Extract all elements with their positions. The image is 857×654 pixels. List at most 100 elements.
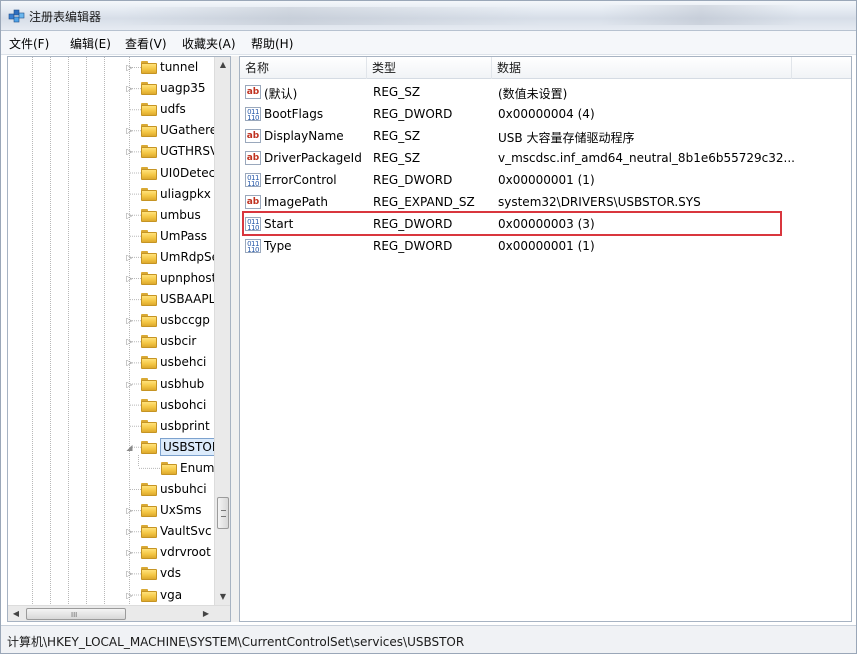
folder-icon	[141, 419, 157, 433]
value-type: REG_DWORD	[373, 107, 453, 121]
list-item[interactable]: 011 110 BootFlags REG_DWORD 0x00000004 (4)	[240, 103, 851, 125]
tree-item[interactable]: ▷ uagp35	[8, 78, 213, 99]
menu-favorites[interactable]: 收藏夹(A)	[182, 35, 236, 52]
expand-arrow-icon[interactable]: ▷	[125, 253, 134, 262]
status-key-path: 计算机\HKEY_LOCAL_MACHINE\SYSTEM\CurrentCon…	[7, 635, 465, 649]
tree-item[interactable]: ▷ UmRdpSe	[8, 247, 219, 268]
expand-arrow-icon[interactable]: ▷	[125, 548, 134, 557]
tree-vertical-scrollbar[interactable]: ▲ ▼	[214, 57, 230, 605]
expand-arrow-icon[interactable]: ▷	[125, 506, 134, 515]
menu-file[interactable]: 文件(F)	[9, 35, 49, 52]
tree-item-label: usbuhci	[160, 482, 207, 496]
pane-splitter[interactable]	[231, 56, 239, 622]
list-item[interactable]: ab DisplayName REG_SZ USB 大容量存储驱动程序	[240, 125, 851, 147]
tree-item-label: tunnel	[160, 60, 199, 74]
tree-item[interactable]: USBAAPL6	[8, 289, 223, 310]
value-data: 0x00000004 (4)	[498, 107, 595, 121]
tree-item[interactable]: ▷ vdrvroot	[8, 542, 213, 563]
tree-item[interactable]: ▷ UGTHRSVC	[8, 141, 227, 162]
value-data: 0x00000001 (1)	[498, 173, 595, 187]
tree-item[interactable]: UmPass	[8, 226, 213, 247]
tree-item[interactable]: ▷ tunnel	[8, 57, 213, 78]
expand-arrow-icon[interactable]: ▷	[125, 84, 134, 93]
tree-item[interactable]: usbohci	[8, 395, 213, 416]
tree-item-label: vga	[160, 587, 183, 602]
column-header-name[interactable]: 名称	[240, 57, 367, 79]
tree-item[interactable]: ▷ vds	[8, 563, 213, 584]
scroll-up-arrow-icon[interactable]: ▲	[215, 57, 230, 73]
folder-icon	[141, 145, 157, 159]
tree-item[interactable]: ▷ umbus	[8, 205, 213, 226]
scroll-down-arrow-icon[interactable]: ▼	[215, 589, 230, 605]
tree-item[interactable]: ▷ vga	[8, 585, 213, 606]
folder-icon	[141, 314, 157, 328]
folder-icon	[141, 525, 157, 539]
title-bar[interactable]: 注册表编辑器	[1, 1, 856, 31]
tree-item[interactable]: ◢ USBSTOR	[8, 437, 224, 458]
tree-item[interactable]: ▷ UGatherer	[8, 120, 222, 141]
highlight-box	[242, 211, 782, 236]
list-item[interactable]: 011 110 Type REG_DWORD 0x00000001 (1)	[240, 235, 851, 257]
list-item[interactable]: ab ImagePath REG_EXPAND_SZ system32\DRIVERS…	[240, 191, 851, 213]
tree-connector	[125, 232, 134, 241]
folder-icon	[141, 103, 157, 117]
value-data: system32\DRIVERS\USBSTOR.SYS	[498, 195, 701, 209]
tree-item[interactable]: usbuhci	[8, 479, 213, 500]
expand-arrow-icon[interactable]: ▷	[125, 63, 134, 72]
column-header-type[interactable]: 类型	[367, 57, 492, 79]
expand-arrow-icon[interactable]: ◢	[125, 443, 134, 452]
expand-arrow-icon[interactable]: ▷	[125, 569, 134, 578]
expand-arrow-icon[interactable]: ▷	[125, 380, 134, 389]
tree-item[interactable]: udfs	[8, 99, 213, 120]
tree-item[interactable]: ▷ UxSms	[8, 500, 213, 521]
string-value-icon: ab	[245, 85, 261, 99]
folder-icon	[141, 250, 157, 264]
tree-item-label: usbohci	[160, 397, 207, 412]
expand-arrow-icon[interactable]: ▷	[125, 126, 134, 135]
registry-key-tree[interactable]: ▷ tunnel ▷ uagp35 udfs ▷ UGatherer ▷ UGTHRSVC UI0…	[7, 56, 231, 622]
list-item[interactable]: ab (默认) REG_SZ (数值未设置)	[240, 81, 851, 103]
value-data: (数值未设置)	[498, 87, 568, 101]
scrollbar-thumb[interactable]	[217, 497, 229, 529]
tree-horizontal-scrollbar[interactable]: ◀ III ▶	[8, 605, 230, 621]
folder-icon	[141, 440, 157, 454]
value-data: USB 大容量存储驱动程序	[498, 131, 635, 145]
tree-item[interactable]: UI0Detect	[8, 163, 220, 184]
tree-item-label: uliagpkx	[160, 186, 211, 201]
menu-view[interactable]: 查看(V)	[125, 35, 167, 52]
folder-icon	[141, 588, 157, 602]
expand-arrow-icon[interactable]: ▷	[125, 591, 134, 600]
tree-item[interactable]: ▷ usbehci	[8, 352, 213, 373]
tree-item-label: UGatherer	[160, 123, 223, 138]
expand-arrow-icon[interactable]: ▷	[125, 337, 134, 346]
tree-item[interactable]: ▷ usbhub	[8, 374, 213, 395]
menu-edit[interactable]: 编辑(E)	[70, 35, 111, 52]
scroll-left-arrow-icon[interactable]: ◀	[8, 606, 24, 621]
tree-item[interactable]: usbprint	[8, 416, 213, 437]
folder-icon	[141, 335, 157, 349]
column-header-data[interactable]: 数据	[492, 57, 792, 79]
tree-item[interactable]: Enum	[8, 458, 214, 479]
title-bar-blur	[601, 5, 801, 25]
folder-icon	[161, 461, 177, 475]
expand-arrow-icon[interactable]: ▷	[125, 274, 134, 283]
expand-arrow-icon[interactable]: ▷	[125, 527, 134, 536]
expand-arrow-icon[interactable]: ▷	[125, 358, 134, 367]
tree-item[interactable]: ▷ upnphost	[8, 268, 216, 289]
tree-item[interactable]: ▷ usbcir	[8, 331, 213, 352]
expand-arrow-icon[interactable]: ▷	[125, 211, 134, 220]
list-item[interactable]: ab DriverPackageId REG_SZ v_mscdsc.inf_amd6…	[240, 147, 851, 169]
value-type: REG_DWORD	[373, 239, 453, 253]
scroll-right-arrow-icon[interactable]: ▶	[198, 606, 214, 621]
tree-item[interactable]: ▷ VaultSvc	[8, 521, 213, 542]
list-item[interactable]: 011 110 ErrorControl REG_DWORD 0x00000001 (…	[240, 169, 851, 191]
expand-arrow-icon[interactable]: ▷	[125, 147, 134, 156]
value-type: REG_SZ	[373, 85, 421, 99]
registry-editor-window: 注册表编辑器 文件(F) 编辑(E) 查看(V) 收藏夹(A) 帮助(H) ▷ t…	[0, 0, 857, 654]
tree-item[interactable]: uliagpkx	[8, 184, 213, 205]
menu-help[interactable]: 帮助(H)	[251, 35, 293, 52]
registry-value-list[interactable]: 名称 类型 数据 ab (默认) REG_SZ (数值未设置) 011 110 BootF…	[239, 56, 852, 622]
tree-item[interactable]: ▷ usbccgp	[8, 310, 213, 331]
scrollbar-thumb[interactable]: III	[26, 608, 126, 620]
expand-arrow-icon[interactable]: ▷	[125, 316, 134, 325]
